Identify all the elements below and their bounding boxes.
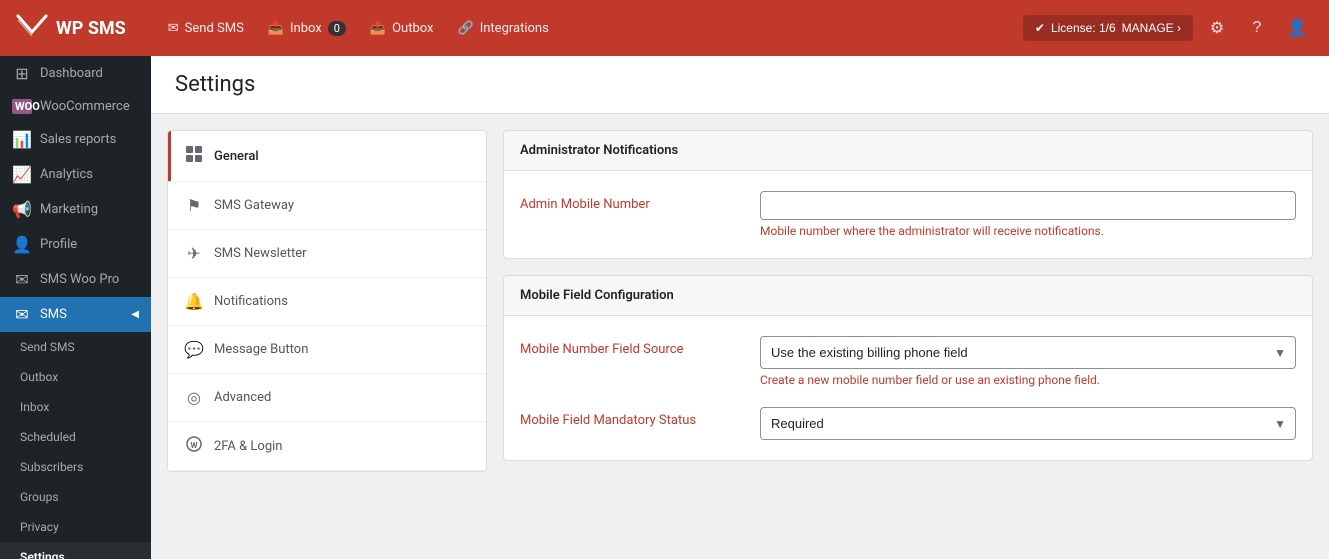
woocommerce-icon: WOO — [12, 99, 32, 114]
dashboard-icon: ⊞ — [12, 64, 32, 83]
inbox-badge: 0 — [328, 21, 346, 36]
settings-sidebar: General ⚑ SMS Gateway ✈ SMS Newsletter 🔔… — [167, 130, 487, 477]
topbar-send-sms[interactable]: ✉ Send SMS — [158, 15, 254, 42]
page-header: Settings — [151, 56, 1329, 114]
sidebar-item-sms-woo-pro[interactable]: ✉ SMS Woo Pro — [0, 262, 151, 297]
submenu-groups[interactable]: Groups — [0, 482, 151, 512]
settings-icon-button[interactable]: ⚙ — [1201, 12, 1233, 44]
settings-nav-advanced[interactable]: ◎ Advanced — [168, 374, 486, 422]
mobile-number-source-select[interactable]: Use the existing billing phone field Cre… — [760, 336, 1296, 369]
sms-newsletter-icon: ✈ — [184, 244, 204, 263]
sms-arrow: ◀ — [131, 309, 139, 320]
admin-mobile-number-input[interactable] — [760, 191, 1296, 220]
submenu-subscribers[interactable]: Subscribers — [0, 452, 151, 482]
sms-submenu: Send SMS Outbox Inbox Scheduled Subscrib… — [0, 332, 151, 559]
submenu-privacy[interactable]: Privacy — [0, 512, 151, 542]
help-icon-button[interactable]: ? — [1241, 12, 1273, 44]
logo-icon — [16, 14, 48, 42]
mobile-field-mandatory-field: Mobile Field Mandatory Status Required O… — [520, 407, 1296, 440]
topbar-integrations[interactable]: 🔗 Integrations — [448, 15, 559, 42]
submenu-scheduled[interactable]: Scheduled — [0, 422, 151, 452]
layout: ⊞ Dashboard WOO WooCommerce 📊 Sales repo… — [0, 56, 1329, 559]
settings-nav-notifications[interactable]: 🔔 Notifications — [168, 278, 486, 326]
settings-nav-sms-newsletter[interactable]: ✈ SMS Newsletter — [168, 230, 486, 278]
topbar-right: ✔ License: 1/6 MANAGE › ⚙ ? 👤 — [1023, 12, 1313, 44]
mobile-number-field-source-control: Use the existing billing phone field Cre… — [760, 336, 1296, 387]
settings-nav-message-button[interactable]: 💬 Message Button — [168, 326, 486, 374]
topbar: WP SMS ✉ Send SMS 📥 Inbox 0 📤 Outbox 🔗 I… — [0, 0, 1329, 56]
mobile-field-mandatory-control: Required Optional ▼ — [760, 407, 1296, 440]
profile-icon: 👤 — [12, 235, 32, 254]
sidebar-item-sales-reports[interactable]: 📊 Sales reports — [0, 122, 151, 157]
check-icon: ✔ — [1035, 21, 1045, 35]
admin-notifications-body: Admin Mobile Number Mobile number where … — [504, 171, 1312, 258]
admin-mobile-number-field: Admin Mobile Number Mobile number where … — [520, 191, 1296, 238]
inbox-icon: 📥 — [268, 21, 284, 36]
sidebar-item-dashboard[interactable]: ⊞ Dashboard — [0, 56, 151, 91]
mobile-number-source-hint: Create a new mobile number field or use … — [760, 373, 1296, 387]
admin-notifications-header: Administrator Notifications — [504, 131, 1312, 171]
admin-mobile-number-label: Admin Mobile Number — [520, 191, 740, 212]
license-button[interactable]: ✔ License: 1/6 MANAGE › — [1023, 15, 1193, 41]
sidebar-item-woocommerce[interactable]: WOO WooCommerce — [0, 91, 151, 122]
settings-nav: General ⚑ SMS Gateway ✈ SMS Newsletter 🔔… — [167, 130, 487, 472]
svg-text:W: W — [191, 441, 198, 450]
sidebar-item-profile[interactable]: 👤 Profile — [0, 227, 151, 262]
mobile-number-field-source-field: Mobile Number Field Source Use the exist… — [520, 336, 1296, 387]
sidebar-item-sms[interactable]: ✉ SMS ◀ — [0, 297, 151, 332]
mobile-field-config-body: Mobile Number Field Source Use the exist… — [504, 316, 1312, 460]
topbar-nav: ✉ Send SMS 📥 Inbox 0 📤 Outbox 🔗 Integrat… — [158, 15, 999, 42]
submenu-settings[interactable]: Settings — [0, 542, 151, 559]
general-icon — [184, 145, 204, 167]
submenu-send-sms[interactable]: Send SMS — [0, 332, 151, 362]
topbar-inbox[interactable]: 📥 Inbox 0 — [258, 15, 356, 42]
mobile-field-mandatory-select-wrapper: Required Optional ▼ — [760, 407, 1296, 440]
marketing-icon: 📢 — [12, 200, 32, 219]
sms-gateway-icon: ⚑ — [184, 196, 204, 215]
send-sms-icon: ✉ — [168, 21, 179, 36]
main-content: Settings General — [151, 56, 1329, 559]
sms-icon: ✉ — [12, 305, 32, 324]
mobile-number-source-select-wrapper: Use the existing billing phone field Cre… — [760, 336, 1296, 369]
sidebar-item-marketing[interactable]: 📢 Marketing — [0, 192, 151, 227]
sms-woo-pro-icon: ✉ — [12, 270, 32, 289]
notifications-icon: 🔔 — [184, 292, 204, 311]
settings-nav-sms-gateway[interactable]: ⚑ SMS Gateway — [168, 182, 486, 230]
mobile-field-mandatory-label: Mobile Field Mandatory Status — [520, 407, 740, 428]
2fa-login-icon: W — [184, 436, 204, 456]
sidebar: ⊞ Dashboard WOO WooCommerce 📊 Sales repo… — [0, 56, 151, 559]
page-title: Settings — [175, 72, 1305, 97]
admin-mobile-number-control: Mobile number where the administrator wi… — [760, 191, 1296, 238]
logo: WP SMS — [16, 14, 126, 42]
topbar-outbox[interactable]: 📤 Outbox — [360, 15, 444, 42]
submenu-inbox[interactable]: Inbox — [0, 392, 151, 422]
mobile-field-config-section: Mobile Field Configuration Mobile Number… — [503, 275, 1313, 461]
content-area: General ⚑ SMS Gateway ✈ SMS Newsletter 🔔… — [151, 114, 1329, 493]
message-button-icon: 💬 — [184, 340, 204, 359]
settings-nav-general[interactable]: General — [168, 131, 486, 182]
submenu-outbox[interactable]: Outbox — [0, 362, 151, 392]
mobile-field-config-header: Mobile Field Configuration — [504, 276, 1312, 316]
outbox-icon: 📤 — [370, 21, 386, 36]
mobile-number-field-source-label: Mobile Number Field Source — [520, 336, 740, 357]
admin-mobile-number-hint: Mobile number where the administrator wi… — [760, 224, 1296, 238]
admin-notifications-section: Administrator Notifications Admin Mobile… — [503, 130, 1313, 259]
analytics-icon: 📈 — [12, 165, 32, 184]
user-icon-button[interactable]: 👤 — [1281, 12, 1313, 44]
advanced-icon: ◎ — [184, 388, 204, 407]
integrations-icon: 🔗 — [458, 21, 474, 36]
sales-reports-icon: 📊 — [12, 130, 32, 149]
settings-content: Administrator Notifications Admin Mobile… — [503, 130, 1313, 477]
sidebar-item-analytics[interactable]: 📈 Analytics — [0, 157, 151, 192]
settings-nav-2fa-login[interactable]: W 2FA & Login — [168, 422, 486, 471]
mobile-field-mandatory-select[interactable]: Required Optional — [760, 407, 1296, 440]
logo-text: WP SMS — [56, 18, 126, 39]
